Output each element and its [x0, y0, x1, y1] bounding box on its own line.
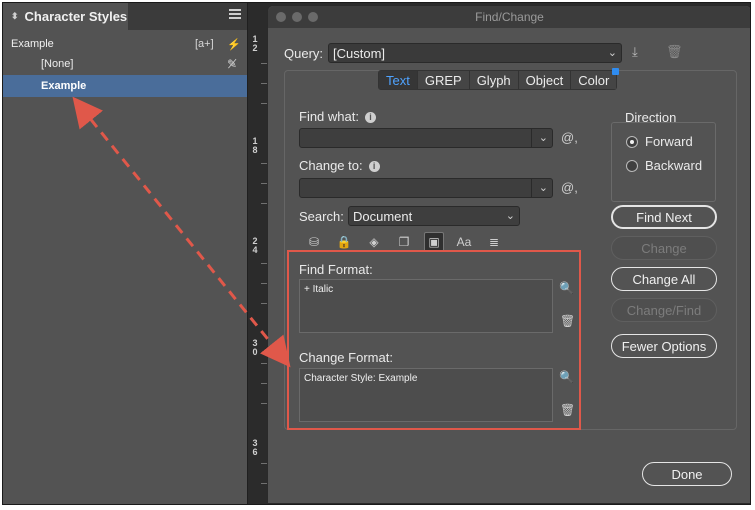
panel-tabstrip	[129, 3, 247, 30]
chevron-down-icon[interactable]: ⌄	[539, 181, 548, 194]
info-icon[interactable]: i	[364, 112, 376, 123]
collapse-chevron-icon[interactable]: ⬍	[11, 11, 19, 22]
style-item-none[interactable]: [None] ✎̸	[3, 53, 247, 75]
panel-menu-icon[interactable]	[229, 9, 241, 21]
info-icon[interactable]: i	[368, 161, 380, 172]
style-item-label: [None]	[41, 58, 74, 70]
footnotes-icon[interactable]: ▣	[424, 232, 444, 252]
radio-label: Backward	[645, 158, 703, 173]
tab-color-label: Color	[578, 72, 610, 88]
change-to-text: Change to:	[299, 158, 363, 173]
change-all-button[interactable]: Change All	[611, 267, 717, 291]
change-to-input[interactable]: ⌄	[299, 178, 553, 198]
find-what-text: Find what:	[299, 109, 359, 124]
chevron-down-icon: ⌄	[607, 47, 617, 59]
quick-apply-icon[interactable]: ⚡	[227, 38, 241, 51]
style-item-label: Example	[41, 80, 87, 92]
query-select[interactable]: [Custom] ⌄	[328, 43, 622, 63]
dialog-title: Find/Change	[475, 10, 544, 24]
case-sensitive-icon[interactable]: Aa	[454, 232, 474, 252]
style-group-label: Example	[11, 38, 54, 50]
tab-bar: Text GREP Glyph Object Color	[378, 68, 620, 90]
lock-layers-icon[interactable]: ⛁	[304, 232, 324, 252]
special-characters-icon[interactable]: @,	[561, 130, 578, 145]
query-label: Query:	[284, 46, 324, 61]
special-characters-icon[interactable]: @,	[561, 180, 578, 195]
query-value: [Custom]	[333, 45, 386, 61]
ruler-label: 1 8	[252, 136, 258, 155]
tab-color[interactable]: Color	[571, 68, 620, 89]
vertical-ruler: 1 2 1 8 2 4 3 0 3 6	[247, 3, 267, 504]
delete-query-icon[interactable]: 🗑	[666, 44, 683, 60]
done-button[interactable]: Done	[642, 462, 732, 486]
change-to-label: Change to: i	[299, 158, 380, 173]
whole-word-icon[interactable]: ≣	[484, 232, 504, 252]
search-scope-select[interactable]: Document ⌄	[348, 206, 520, 226]
hidden-layers-icon[interactable]: ◈	[364, 232, 384, 252]
no-edit-icon: ✎̸	[226, 57, 237, 71]
new-style-group-icon[interactable]: [a+]	[195, 38, 214, 50]
zoom-window-icon[interactable]	[308, 12, 318, 22]
search-label: Search:	[299, 209, 344, 224]
ruler-label: 3 0	[252, 338, 258, 357]
indicator-icon	[612, 68, 620, 75]
tab-grep[interactable]: GREP	[417, 71, 470, 89]
direction-forward-radio[interactable]: Forward	[626, 134, 693, 149]
tab-text[interactable]: Text	[379, 71, 418, 89]
style-group-row[interactable]: Example [a+] ⚡	[3, 33, 247, 55]
panel-tab[interactable]: ⬍ Character Styles	[3, 3, 129, 30]
style-item-example[interactable]: Example	[3, 75, 247, 97]
search-scope-value: Document	[353, 208, 413, 224]
ruler-label: 1 2	[252, 34, 258, 53]
change-button[interactable]: Change	[611, 236, 717, 260]
format-highlight-box	[287, 250, 581, 430]
character-styles-panel: ⬍ Character Styles Example [a+] ⚡ [None]…	[3, 3, 247, 504]
window-controls	[276, 12, 318, 22]
change-find-button[interactable]: Change/Find	[611, 298, 717, 322]
chevron-down-icon: ⌄	[505, 210, 515, 222]
tab-glyph[interactable]: Glyph	[469, 71, 519, 89]
find-what-input[interactable]: ⌄	[299, 128, 553, 148]
close-window-icon[interactable]	[276, 12, 286, 22]
panel-title: Character Styles	[24, 9, 128, 24]
save-query-icon[interactable]: ⤓	[632, 44, 638, 60]
find-next-button[interactable]: Find Next	[611, 205, 717, 229]
fewer-options-button[interactable]: Fewer Options	[611, 334, 717, 358]
radio-unchecked-icon	[626, 159, 638, 172]
tab-object[interactable]: Object	[518, 71, 572, 89]
ruler-label: 2 4	[252, 236, 258, 255]
radio-checked-icon	[626, 135, 638, 148]
minimize-window-icon[interactable]	[292, 12, 302, 22]
direction-label: Direction	[625, 110, 677, 125]
locked-stories-icon[interactable]: 🔒	[334, 232, 354, 252]
direction-backward-radio[interactable]: Backward	[626, 158, 702, 173]
ruler-label: 3 6	[252, 438, 258, 457]
master-pages-icon[interactable]: ❐	[394, 232, 414, 252]
search-options-toolbar: ⛁ 🔒 ◈ ❐ ▣ Aa ≣	[304, 232, 504, 252]
dialog-titlebar[interactable]: Find/Change	[268, 6, 750, 28]
chevron-down-icon[interactable]: ⌄	[539, 131, 548, 144]
find-what-label: Find what: i	[299, 109, 376, 124]
radio-label: Forward	[645, 134, 693, 149]
